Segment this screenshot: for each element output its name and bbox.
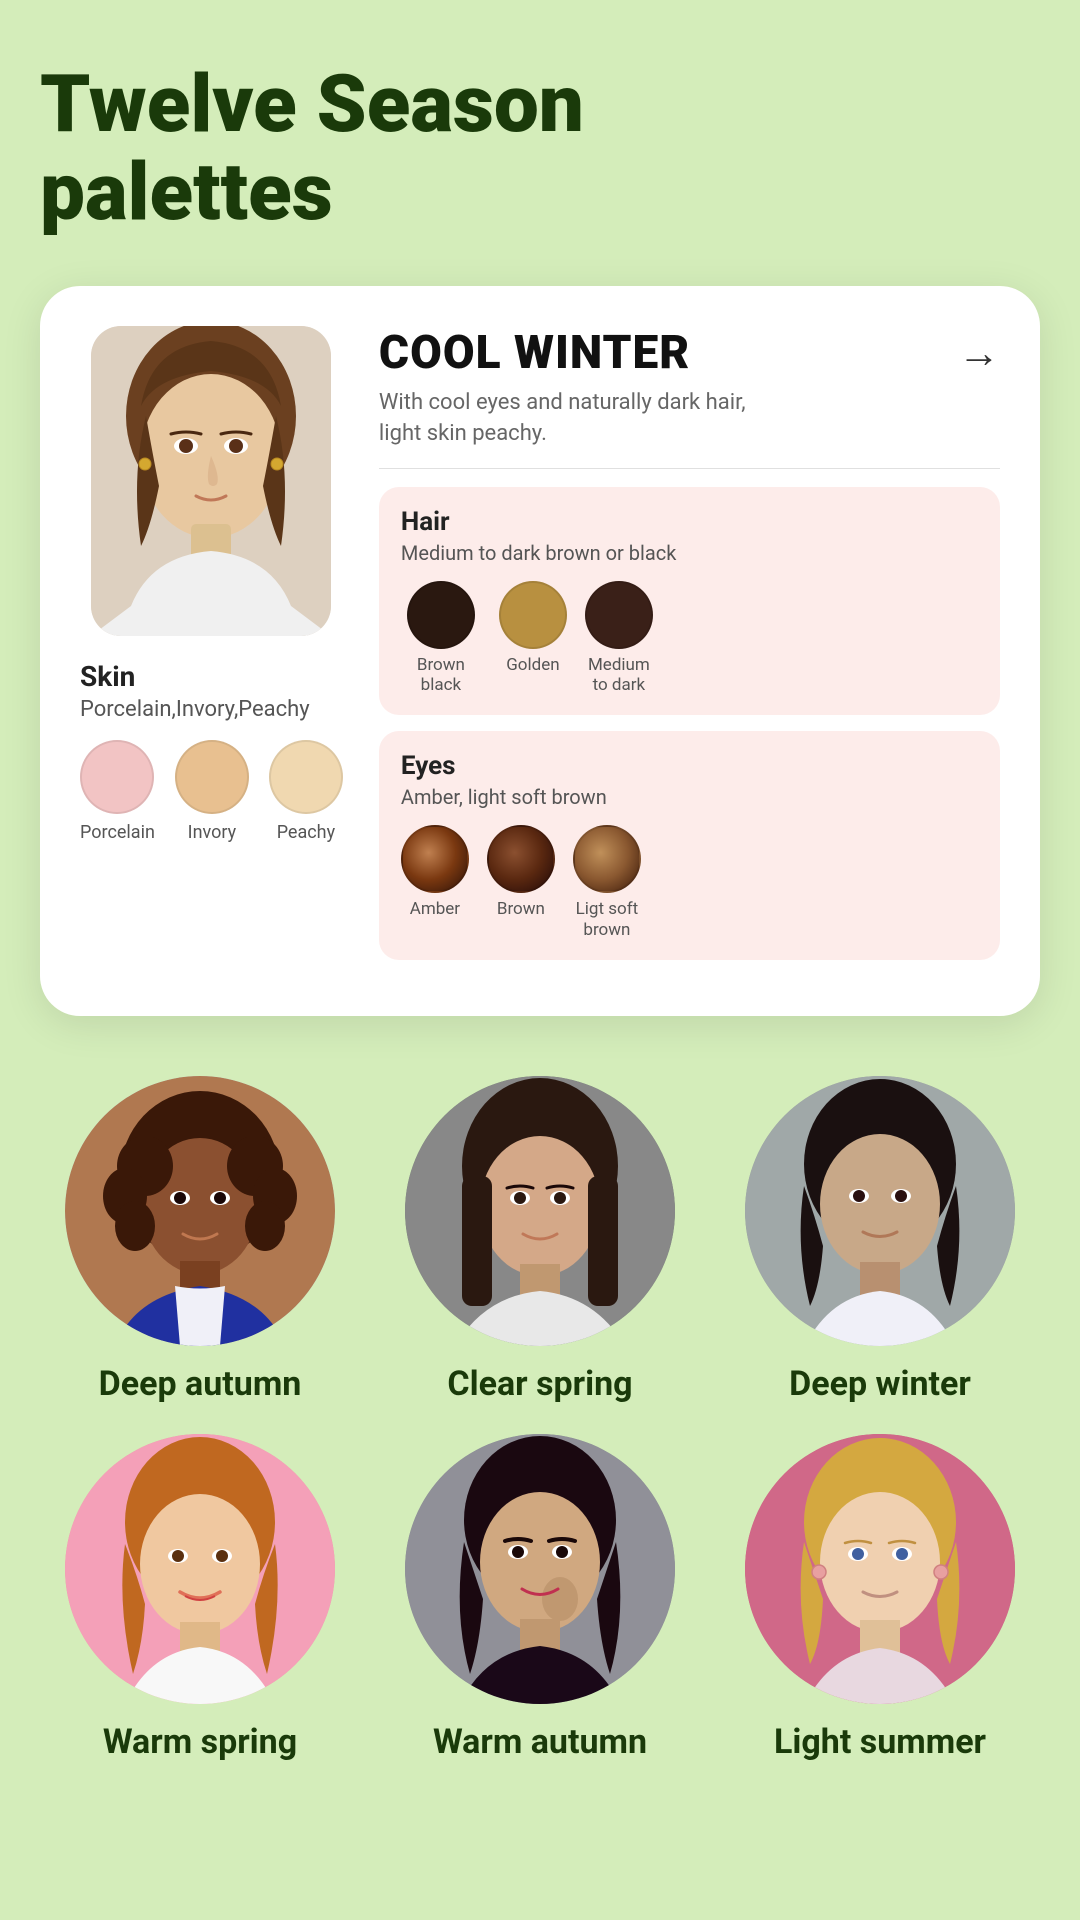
warm-spring-label: Warm spring: [103, 1722, 297, 1762]
deep-autumn-avatar: [65, 1076, 335, 1346]
hair-sublabel: Medium to dark brown or black: [401, 541, 978, 565]
eyes-label: Eyes: [401, 751, 978, 781]
amber-eye: [401, 825, 469, 893]
eyes-sublabel: Amber, light soft brown: [401, 785, 978, 809]
swatch-peachy: Peachy: [269, 740, 343, 843]
card-left: Skin Porcelain,Invory,Peachy Porcelain I…: [80, 326, 343, 976]
season-item-warm-autumn[interactable]: Warm autumn: [380, 1434, 700, 1762]
brown-eye: [487, 825, 555, 893]
medtodark-label: Mediumto dark: [588, 655, 650, 696]
season-card: Skin Porcelain,Invory,Peachy Porcelain I…: [40, 286, 1040, 1016]
eye-swatch-amber: Amber: [401, 825, 469, 940]
light-summer-label: Light summer: [774, 1722, 986, 1762]
season-item-deep-winter[interactable]: Deep winter: [720, 1076, 1040, 1404]
deep-autumn-label: Deep autumn: [99, 1364, 302, 1404]
eyes-swatches: Amber Brown Ligt softbrown: [401, 825, 978, 940]
hair-swatch-medtodark: Mediumto dark: [585, 581, 653, 696]
divider: [379, 468, 1000, 469]
peachy-label: Peachy: [277, 822, 335, 843]
hair-swatch-brownblack: Brown black: [401, 581, 481, 696]
deep-winter-avatar: [745, 1076, 1015, 1346]
clear-spring-label: Clear spring: [447, 1364, 632, 1404]
warm-autumn-label: Warm autumn: [433, 1722, 647, 1762]
warm-autumn-avatar: [405, 1434, 675, 1704]
page-title: Twelve Season palettes: [40, 60, 1040, 236]
brown-label: Brown: [497, 899, 545, 919]
amber-label: Amber: [410, 899, 460, 919]
medtodark-color: [585, 581, 653, 649]
eye-swatch-brown: Brown: [487, 825, 555, 940]
season-grid: Deep autumn: [40, 1076, 1040, 1772]
invory-label: Invory: [188, 822, 236, 843]
hair-trait-box: Hair Medium to dark brown or black Brown…: [379, 487, 1000, 716]
golden-color: [499, 581, 567, 649]
hair-label: Hair: [401, 507, 978, 537]
skin-swatches: Porcelain Invory Peachy: [80, 740, 343, 843]
season-item-clear-spring[interactable]: Clear spring: [380, 1076, 700, 1404]
season-item-warm-spring[interactable]: Warm spring: [40, 1434, 360, 1762]
eye-swatch-lightsoftbrown: Ligt softbrown: [573, 825, 641, 940]
season-description: With cool eyes and naturally dark hair,l…: [379, 388, 1000, 450]
swatch-invory: Invory: [175, 740, 249, 843]
eyes-trait-box: Eyes Amber, light soft brown Amber Brown…: [379, 731, 1000, 960]
brownblack-color: [407, 581, 475, 649]
clear-spring-avatar: [405, 1076, 675, 1346]
hair-swatches: Brown black Golden Mediumto dark: [401, 581, 978, 696]
deep-winter-label: Deep winter: [789, 1364, 971, 1404]
season-title: COOL WINTER: [379, 326, 690, 380]
swatch-porcelain: Porcelain: [80, 740, 155, 843]
season-item-deep-autumn[interactable]: Deep autumn: [40, 1076, 360, 1404]
card-right: COOL WINTER → With cool eyes and natural…: [379, 326, 1000, 976]
skin-sublabel: Porcelain,Invory,Peachy: [80, 697, 310, 722]
season-row-1: Deep autumn: [40, 1076, 1040, 1404]
season-row-2: Warm spring: [40, 1434, 1040, 1762]
light-summer-avatar: [745, 1434, 1015, 1704]
hair-swatch-golden: Golden: [499, 581, 567, 696]
brownblack-label: Brown black: [401, 655, 481, 696]
golden-label: Golden: [506, 655, 559, 675]
portrait: [91, 326, 331, 636]
lightsoftbrown-eye: [573, 825, 641, 893]
invory-color: [175, 740, 249, 814]
peachy-color: [269, 740, 343, 814]
lightsoftbrown-label: Ligt softbrown: [576, 899, 639, 940]
skin-label: Skin: [80, 660, 135, 693]
card-header: COOL WINTER →: [379, 326, 1000, 380]
season-item-light-summer[interactable]: Light summer: [720, 1434, 1040, 1762]
porcelain-color: [80, 740, 154, 814]
warm-spring-avatar: [65, 1434, 335, 1704]
arrow-icon[interactable]: →: [958, 329, 1000, 378]
porcelain-label: Porcelain: [80, 822, 155, 843]
